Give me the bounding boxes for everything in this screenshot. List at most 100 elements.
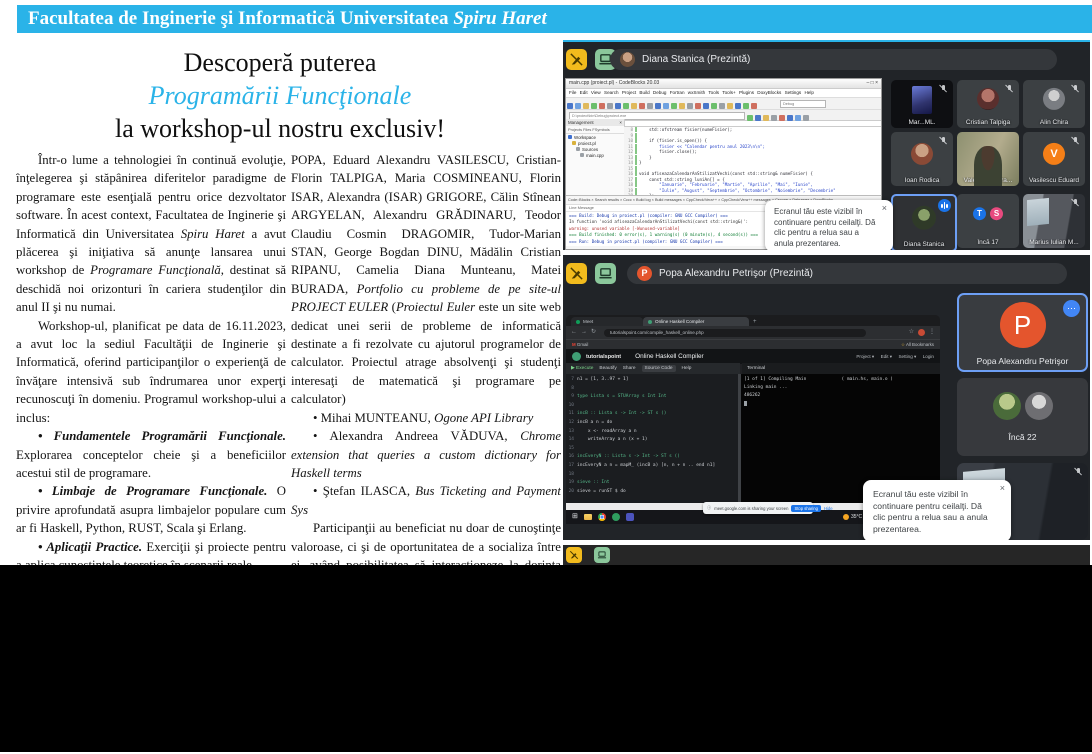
terminal-header: Terminal	[742, 363, 940, 374]
laptop-icon	[597, 550, 607, 560]
meet-favicon	[576, 320, 580, 324]
hide-link[interactable]: Hide	[824, 506, 833, 511]
file-explorer-icon[interactable]	[584, 514, 592, 520]
haskell-editor[interactable]: 7n1 = [1, 3..97 + 1]8 9type Lista s = ST…	[566, 374, 738, 503]
code-line: 16incEveryN :: Lista s -> Int -> ST s ()	[566, 453, 738, 462]
avatar-initial: T	[973, 207, 986, 220]
terminal-line: Linking main ...	[744, 384, 937, 392]
start-button[interactable]: ⊞	[572, 510, 578, 524]
help-tab[interactable]: Help	[682, 366, 692, 371]
participant-tile-speaking[interactable]: Diana Stanica	[891, 194, 957, 250]
share-text: meet.google.com is sharing your screen	[714, 506, 788, 511]
browser-tab-active[interactable]: Online Haskell Compiler	[643, 317, 749, 326]
stop-sharing-button[interactable]: Stop sharing	[791, 505, 821, 512]
bookmarks-bar: M Gmail ☆ All Bookmarks	[566, 339, 940, 349]
avatar	[993, 392, 1021, 420]
mic-muted-icon	[1070, 84, 1080, 93]
article-paragraph: • Ştefan ILASCA, Bus Ticketing and Payme…	[291, 482, 561, 519]
folder-icon	[576, 147, 580, 151]
code-line: 20sieve = runST $ do	[566, 488, 738, 497]
more-options-button[interactable]: ⋯	[1063, 300, 1080, 317]
avatar	[911, 143, 933, 165]
profile-avatar[interactable]	[918, 329, 925, 336]
beautify-button[interactable]: Beautify	[599, 366, 616, 371]
mic-muted-icon	[1073, 467, 1083, 476]
annotation-off-button[interactable]	[566, 547, 582, 563]
mic-muted-icon	[1070, 136, 1080, 145]
panel-close-icon[interactable]: ×	[619, 119, 622, 126]
share-button[interactable]: Share	[623, 366, 636, 371]
annotation-off-button[interactable]	[566, 263, 587, 284]
pen-slash-icon	[569, 266, 584, 281]
title-line-1: Descoperă puterea	[0, 46, 560, 79]
avatar-initial: S	[990, 207, 1003, 220]
play-icon: ▶	[571, 366, 575, 371]
sharing-app-icon[interactable]	[612, 513, 620, 521]
presenter-name: Diana Stanica (Prezintă)	[642, 54, 750, 65]
title-line-3: la workshop-ul nostru exclusiv!	[0, 112, 560, 145]
browser-tab-meet[interactable]: Meet	[571, 317, 643, 326]
terminal-line: [1 of 1] Compiling Main ( main.hs, main.…	[744, 376, 937, 384]
window-title: main.cpp (proiect.pl) - CodeBlocks 20.03	[569, 79, 659, 88]
source-code-tab[interactable]: Source Code	[642, 365, 676, 372]
overflow-participants-tile[interactable]: Încă 22	[957, 378, 1088, 456]
present-screen-button[interactable]	[594, 547, 610, 563]
new-tab-icon[interactable]: +	[753, 319, 757, 325]
article-paragraph: Workshop-ul, planificat pe data de 16.11…	[16, 317, 286, 427]
participant-tile[interactable]: Marius Iulian M...	[1023, 194, 1085, 248]
window-titlebar[interactable]: main.cpp (proiect.pl) - CodeBlocks 20.03…	[566, 79, 881, 89]
star-icon[interactable]: ☆	[909, 326, 914, 339]
mic-muted-icon	[938, 136, 948, 145]
close-icon[interactable]: ×	[1000, 484, 1005, 493]
participant-tile[interactable]: Cristian Talpiga	[957, 80, 1019, 128]
audio-speaking-icon	[938, 199, 951, 212]
site-brand[interactable]: tutorialspoint	[586, 354, 621, 360]
tree-item-file[interactable]: main.cpp	[568, 153, 622, 159]
participant-tile[interactable]: V Vasilescu Eduard	[1023, 132, 1085, 186]
close-icon[interactable]: ×	[882, 204, 887, 213]
code-line: 14 writeArray a n (x + 1)	[566, 436, 738, 445]
teams-icon[interactable]	[626, 513, 634, 521]
site-nav[interactable]: Project ▾ Edit ▾ Setting ▾ Login	[856, 354, 934, 360]
article-paragraph: • Alexandra Andreea VĂDUVA, Chrome exten…	[291, 427, 561, 482]
participant-tile[interactable]: Mar...ML.	[891, 80, 953, 128]
browser-toolbar: ←→↻ tutorialspoint.com/compile_haskell_o…	[566, 326, 940, 339]
bookmark-star-icon: ☆	[901, 342, 905, 347]
present-screen-button[interactable]	[595, 263, 616, 284]
build-target-select[interactable]: Debug	[780, 100, 826, 108]
tutorialspoint-logo-icon[interactable]	[572, 352, 581, 361]
participant-tile[interactable]: Ioan Rodica	[891, 132, 953, 186]
chrome-icon[interactable]	[598, 513, 606, 521]
code-line: 9type Lista s = STUArray s Int Int	[566, 393, 738, 402]
presenter-chip[interactable]: Diana Stanica (Prezintă)	[610, 49, 1057, 70]
browser-right-icons[interactable]: ☆ ⋮	[909, 326, 935, 339]
code-line: 19sieve :: Int	[566, 479, 738, 488]
participant-tile[interactable]: Alin Chira	[1023, 80, 1085, 128]
screen-share-notification: ⓘ meet.google.com is sharing your screen…	[703, 502, 813, 514]
code-editor[interactable]: 8 std::ofstream fisier(numeFisier);9 10 …	[624, 126, 881, 196]
faculty-banner: Facultatea de Inginerie şi Informatică U…	[17, 5, 1092, 33]
overflow-participants-tile[interactable]: T S Încă 17	[957, 194, 1019, 248]
title-line-2: Programării Funcţionale	[0, 79, 560, 112]
weather-widget[interactable]: 35°C	[843, 510, 862, 524]
video-call-screenshot-1: Diana Stanica (Prezintă) main.cpp (proie…	[563, 40, 1090, 250]
all-bookmarks[interactable]: ☆ All Bookmarks	[901, 340, 934, 349]
article-paragraph: Într-o lume a tehnologiei în continuă ev…	[16, 151, 286, 317]
annotation-off-button[interactable]	[566, 49, 587, 70]
popup-text: Ecranul tău este vizibil în continuare p…	[873, 489, 988, 534]
nav-icons[interactable]: ←→↻	[571, 326, 600, 339]
toolbar-row-1[interactable]: Debug	[566, 98, 881, 110]
presenter-tile[interactable]: P ⋯ Popa Alexandru Petrişor	[957, 293, 1088, 372]
newsletter-page: Facultatea de Inginerie şi Informatică U…	[0, 0, 1092, 754]
project-tree[interactable]: Workspace proiect.pl Sources main.cpp	[566, 134, 624, 160]
panel-tabs[interactable]: Projects Files FSymbols	[566, 126, 624, 134]
window-controls[interactable]: – □ ×	[867, 79, 879, 88]
compiler-toolbar: ▶ Execute Beautify Share Source Code Hel…	[566, 363, 740, 374]
bookmark-gmail[interactable]: M Gmail	[572, 340, 588, 349]
menu-dots-icon[interactable]: ⋮	[929, 326, 935, 339]
participant-tile[interactable]: Valentina Mara...	[957, 132, 1019, 186]
address-bar[interactable]: tutorialspoint.com/compile_haskell_onlin…	[604, 329, 866, 338]
execute-button[interactable]: ▶ Execute	[571, 366, 593, 371]
presenter-chip[interactable]: P Popa Alexandru Petrişor (Prezintă)	[627, 263, 1067, 284]
menu-bar[interactable]: File Edit View Search Project Build Debu…	[566, 89, 881, 98]
